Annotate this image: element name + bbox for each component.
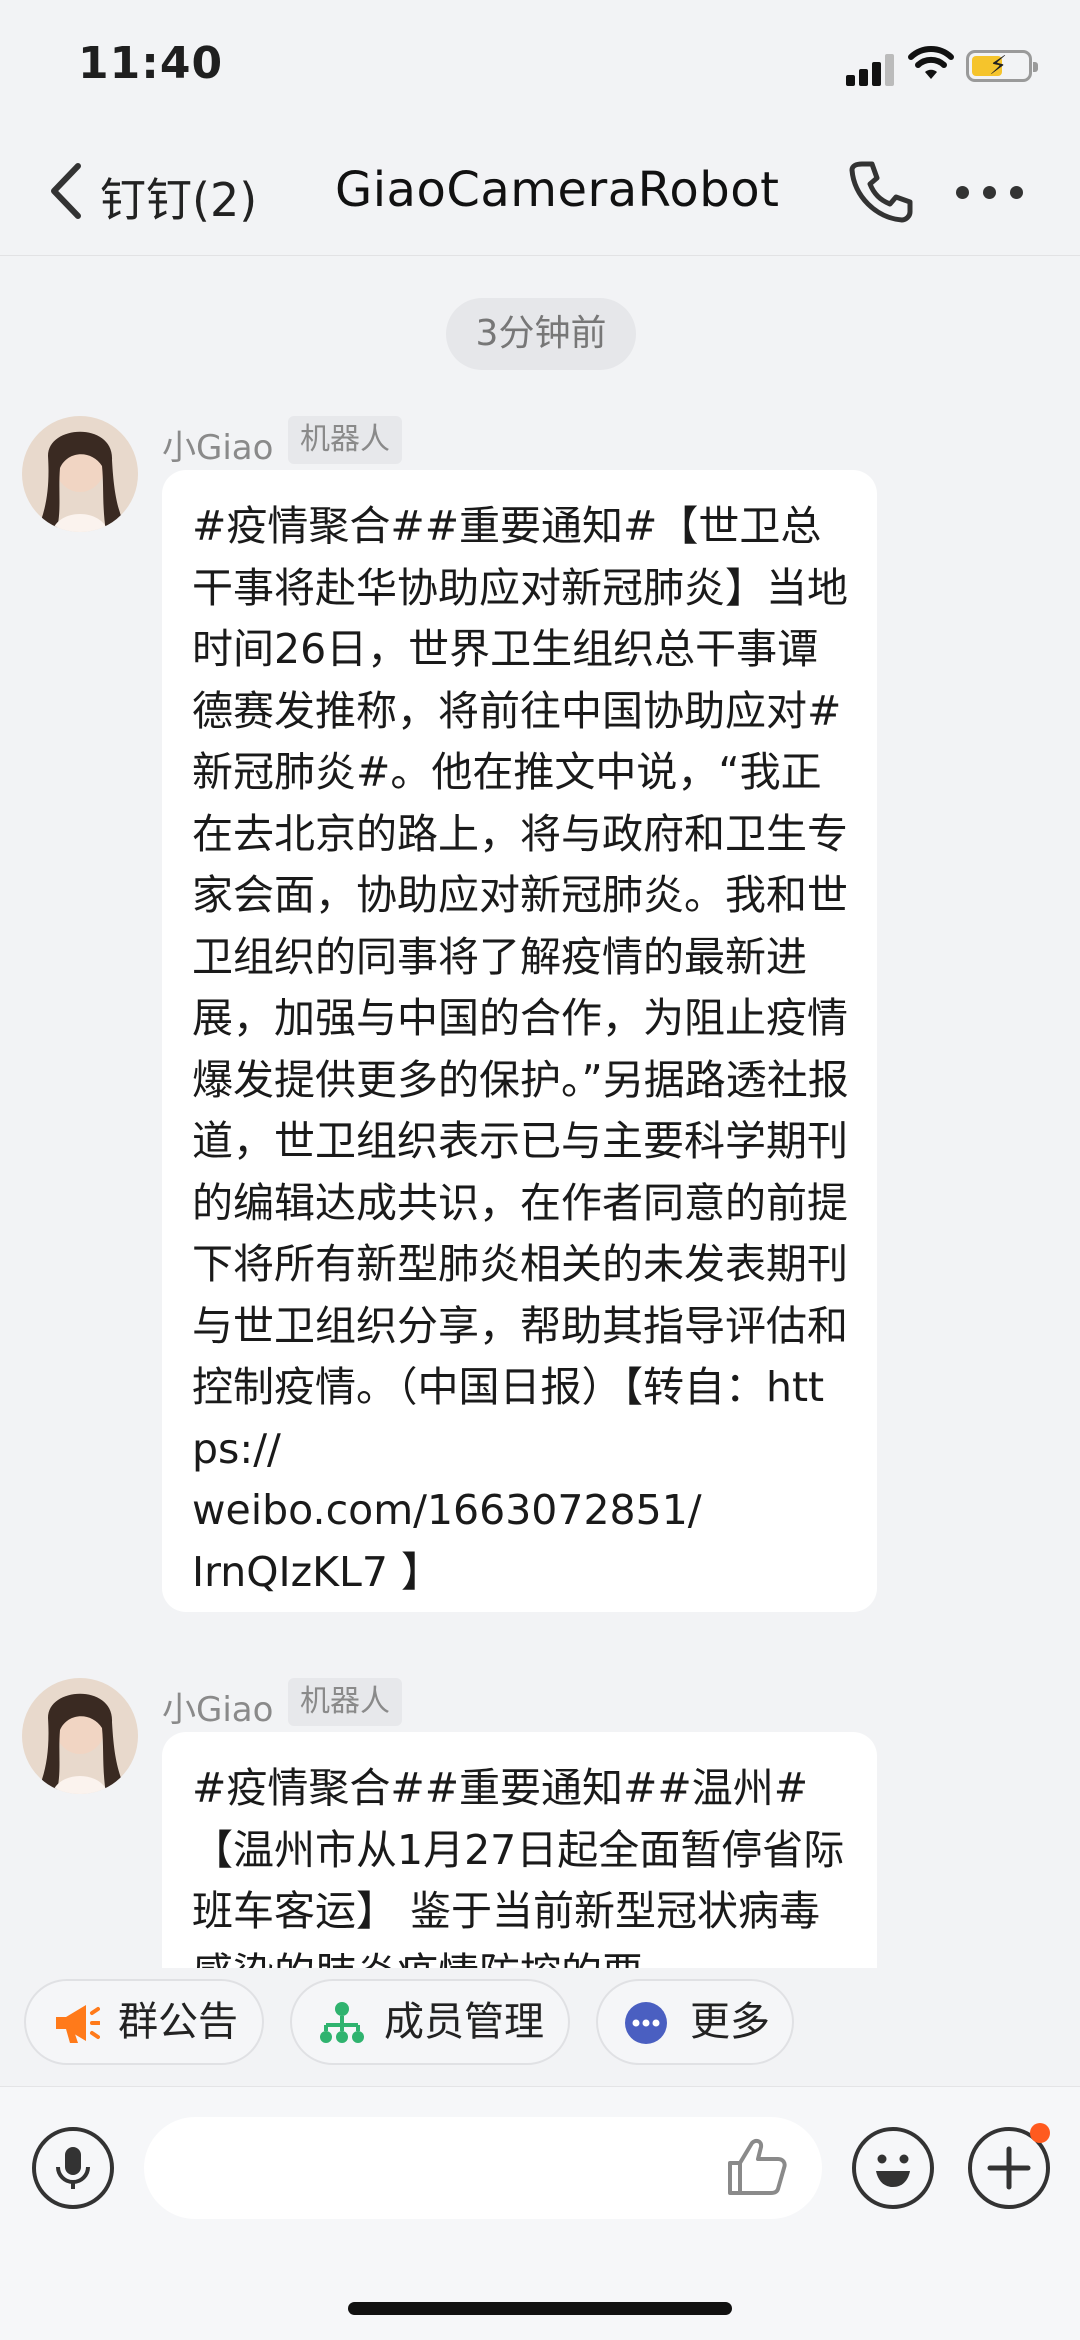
home-indicator: [348, 2302, 732, 2315]
status-bar: 11:40 ⚡: [0, 0, 1080, 130]
chat-title: GiaoCameraRobot: [335, 162, 780, 218]
avatar[interactable]: [22, 416, 138, 532]
phone-call-icon[interactable]: [848, 158, 914, 224]
back-button-label[interactable]: 钉钉(2): [100, 164, 257, 230]
voice-input-button[interactable]: [32, 2127, 114, 2209]
quick-action-bar: 群公告 成员管理 更多: [0, 1968, 1080, 2078]
wifi-icon: [908, 46, 954, 79]
back-chevron-icon[interactable]: [46, 160, 86, 222]
more-dots-icon: [625, 2002, 667, 2044]
emoji-icon: [876, 2154, 910, 2187]
sender-name: 小Giao: [162, 428, 274, 468]
chip-label: 群公告: [118, 1999, 238, 2045]
org-chart-icon: [320, 2002, 364, 2043]
message-bubble[interactable]: #疫情聚合##重要通知#【世卫总干事将赴华协助应对新冠肺炎】当地时间26日，世界…: [162, 470, 877, 1612]
nav-bar: 钉钉(2) GiaoCameraRobot: [0, 130, 1080, 256]
more-actions-button[interactable]: 更多: [596, 1979, 794, 2065]
group-announcement-button[interactable]: 群公告: [24, 1979, 264, 2065]
status-time: 11:40: [78, 38, 224, 89]
avatar[interactable]: [22, 1678, 138, 1794]
chip-label: 更多: [690, 1999, 770, 2045]
timestamp-pill: 3分钟前: [446, 298, 636, 370]
emoji-button[interactable]: [852, 2127, 934, 2209]
megaphone-icon: [56, 2005, 100, 2043]
notification-dot: [1030, 2123, 1050, 2143]
message-input[interactable]: [144, 2117, 822, 2219]
microphone-icon: [56, 2147, 90, 2189]
robot-tag-badge: 机器人: [288, 416, 402, 464]
more-options-icon[interactable]: [956, 186, 1026, 200]
robot-tag-badge: 机器人: [288, 1678, 402, 1726]
sender-name: 小Giao: [162, 1690, 274, 1730]
chip-label: 成员管理: [384, 1999, 544, 2045]
thumbs-up-icon[interactable]: [724, 2135, 788, 2199]
member-management-button[interactable]: 成员管理: [290, 1979, 570, 2065]
battery-icon: ⚡: [966, 50, 1038, 82]
cellular-signal-icon: [846, 52, 896, 86]
